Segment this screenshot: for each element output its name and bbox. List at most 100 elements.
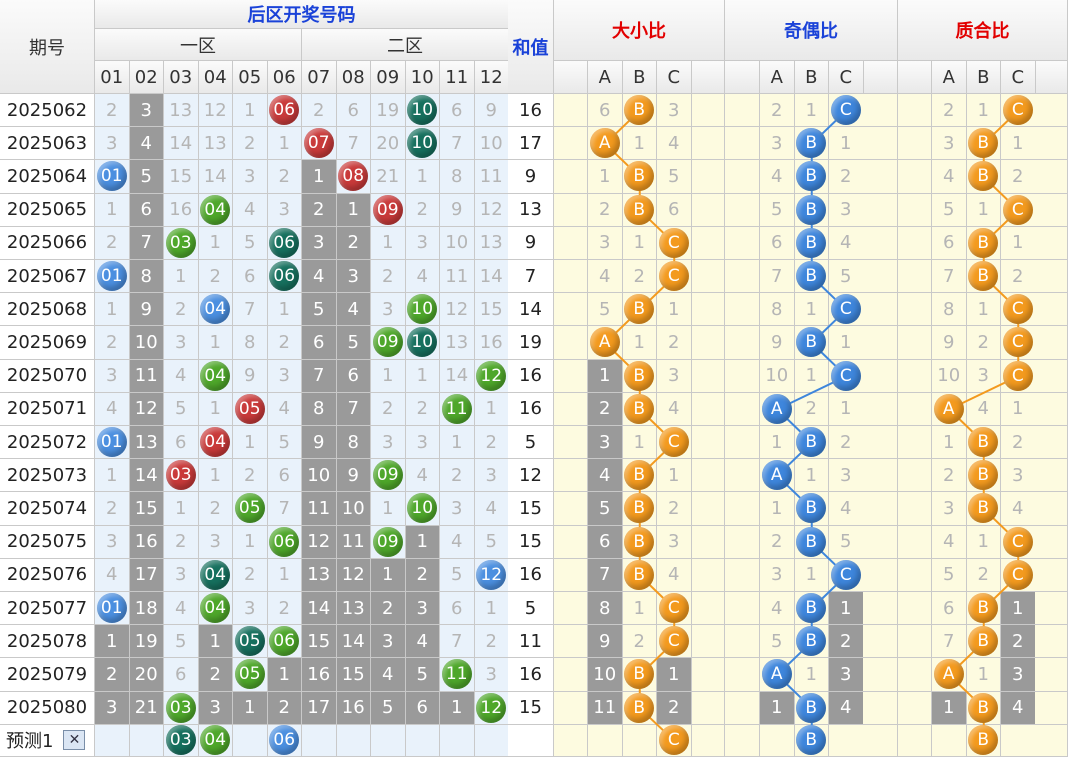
size-cell-text: 5 (599, 298, 611, 320)
prediction-number-cell[interactable] (474, 724, 509, 757)
oe-pad-right (863, 127, 898, 161)
lottery-trend-table: 期号 后区开奖号码 一区 二区 01 02 03 04 05 06 07 08 09 10 11 12 和值 大小… (0, 0, 1068, 757)
size-cell: 3 (657, 94, 692, 128)
prediction-number-cell[interactable] (129, 724, 164, 757)
size-cell: 6 (588, 94, 623, 128)
number-cell-text: 14 (169, 132, 193, 154)
number-cell-text: 14 (307, 597, 331, 619)
number-cell-text: 21 (134, 697, 158, 719)
size-ball: C (658, 626, 689, 657)
prediction-pr-cell[interactable]: B (966, 724, 1001, 757)
prediction-number-cell[interactable]: 06 (267, 724, 302, 757)
drawn-ball-text: 09 (376, 531, 399, 552)
oe-pad-right (863, 193, 898, 227)
oe-pad-right (863, 260, 898, 294)
number-cell-text: 12 (341, 564, 365, 586)
prediction-number-cell[interactable] (233, 724, 268, 757)
number-cell: 06 (267, 260, 302, 294)
sum-value: 14 (508, 293, 554, 327)
number-cell: 9 (302, 426, 337, 460)
number-cell: 10 (440, 226, 475, 260)
pr-pad-left (898, 426, 932, 460)
size-ball-text: B (633, 398, 646, 419)
drawn-ball: 12 (476, 360, 507, 391)
pr-cell-text: 4 (943, 165, 955, 187)
prediction-number-cell[interactable] (302, 724, 337, 757)
pr-ball: B (968, 626, 999, 657)
oe-cell-text: 3 (840, 663, 852, 685)
size-ratio-header-col-c-text: C (667, 66, 681, 88)
prediction-number-cell[interactable] (371, 724, 406, 757)
prediction-size-cell[interactable]: C (657, 724, 692, 757)
oe-cell: 4 (829, 226, 864, 260)
close-prediction-button[interactable]: ✕ (63, 730, 86, 751)
pr-cell: B (966, 625, 1001, 659)
pr-pad-left (898, 359, 932, 393)
size-pad-left (554, 160, 588, 194)
prediction-pr-cell[interactable] (1001, 724, 1036, 757)
size-cell: C (657, 260, 692, 294)
number-col-header: 11 (440, 61, 475, 94)
number-cell-text: 2 (416, 398, 428, 420)
drawn-ball: 03 (165, 692, 196, 723)
size-cell-text: 2 (633, 630, 645, 652)
prediction-oe-cell[interactable] (829, 724, 864, 757)
prediction-number-cell[interactable] (336, 724, 371, 757)
prediction-size-cell[interactable] (622, 724, 657, 757)
oe-cell: B (794, 260, 829, 294)
size-cell: B (622, 525, 657, 559)
prediction-number-cell[interactable] (440, 724, 475, 757)
prediction-number-cell[interactable]: 04 (198, 724, 233, 757)
sum-value-text: 17 (519, 132, 542, 154)
number-cell-text: 1 (244, 531, 256, 553)
pr-cell: 7 (932, 625, 967, 659)
number-cell: 4 (95, 392, 130, 426)
number-cell-text: 13 (169, 99, 193, 121)
number-cell-text: 12 (445, 298, 469, 320)
oe-cell: 1 (760, 492, 795, 526)
number-cell: 7 (336, 127, 371, 161)
number-col-header: 10 (405, 61, 440, 94)
prediction-ball: 06 (269, 725, 300, 756)
pr-cell: 1 (932, 426, 967, 460)
number-cell: 9 (440, 193, 475, 227)
pr-cell: 3 (966, 359, 1001, 393)
prediction-number-cell[interactable] (405, 724, 440, 757)
oe-cell-text: 3 (771, 564, 783, 586)
number-cell-text: 3 (382, 298, 394, 320)
issue-number: 2025069 (0, 326, 95, 360)
prediction-size-cell[interactable] (588, 724, 623, 757)
prediction-pr-cell[interactable] (932, 724, 967, 757)
oe-ball: A (761, 460, 792, 491)
size-ball: B (624, 360, 655, 391)
prediction-oe-cell[interactable]: B (794, 724, 829, 757)
prediction-number-cell[interactable]: 03 (164, 724, 199, 757)
number-cell: 4 (336, 293, 371, 327)
prediction-number-cell[interactable] (95, 724, 130, 757)
oe-ball-text: C (839, 100, 852, 121)
oe-pad-left (725, 293, 760, 327)
pr-pad-right (1035, 127, 1068, 161)
issue-number: 2025067 (0, 260, 95, 294)
size-cell: B (622, 658, 657, 692)
oe-cell-text: 4 (771, 165, 783, 187)
oe-cell: A (760, 392, 795, 426)
number-cell: 1 (371, 492, 406, 526)
prime-header-text: 质合比 (955, 21, 1010, 42)
number-cell-text: 5 (416, 663, 428, 685)
oe-ball-text: B (805, 199, 818, 220)
drawn-ball: 01 (96, 427, 127, 458)
pr-cell-text: 8 (943, 298, 955, 320)
oe-pad-right (863, 459, 898, 493)
number-cell: 10 (405, 293, 440, 327)
number-cell: 2 (198, 492, 233, 526)
number-cell: 2 (95, 492, 130, 526)
number-cell-text: 4 (347, 298, 359, 320)
oe-cell: 1 (794, 658, 829, 692)
prediction-oe-cell[interactable] (760, 724, 795, 757)
drawn-ball-text: 06 (273, 531, 296, 552)
pr-cell: 3 (932, 127, 967, 161)
issue-number: 2025063 (0, 127, 95, 161)
number-cell: 14 (198, 160, 233, 194)
oe-cell-text: 1 (840, 132, 852, 154)
